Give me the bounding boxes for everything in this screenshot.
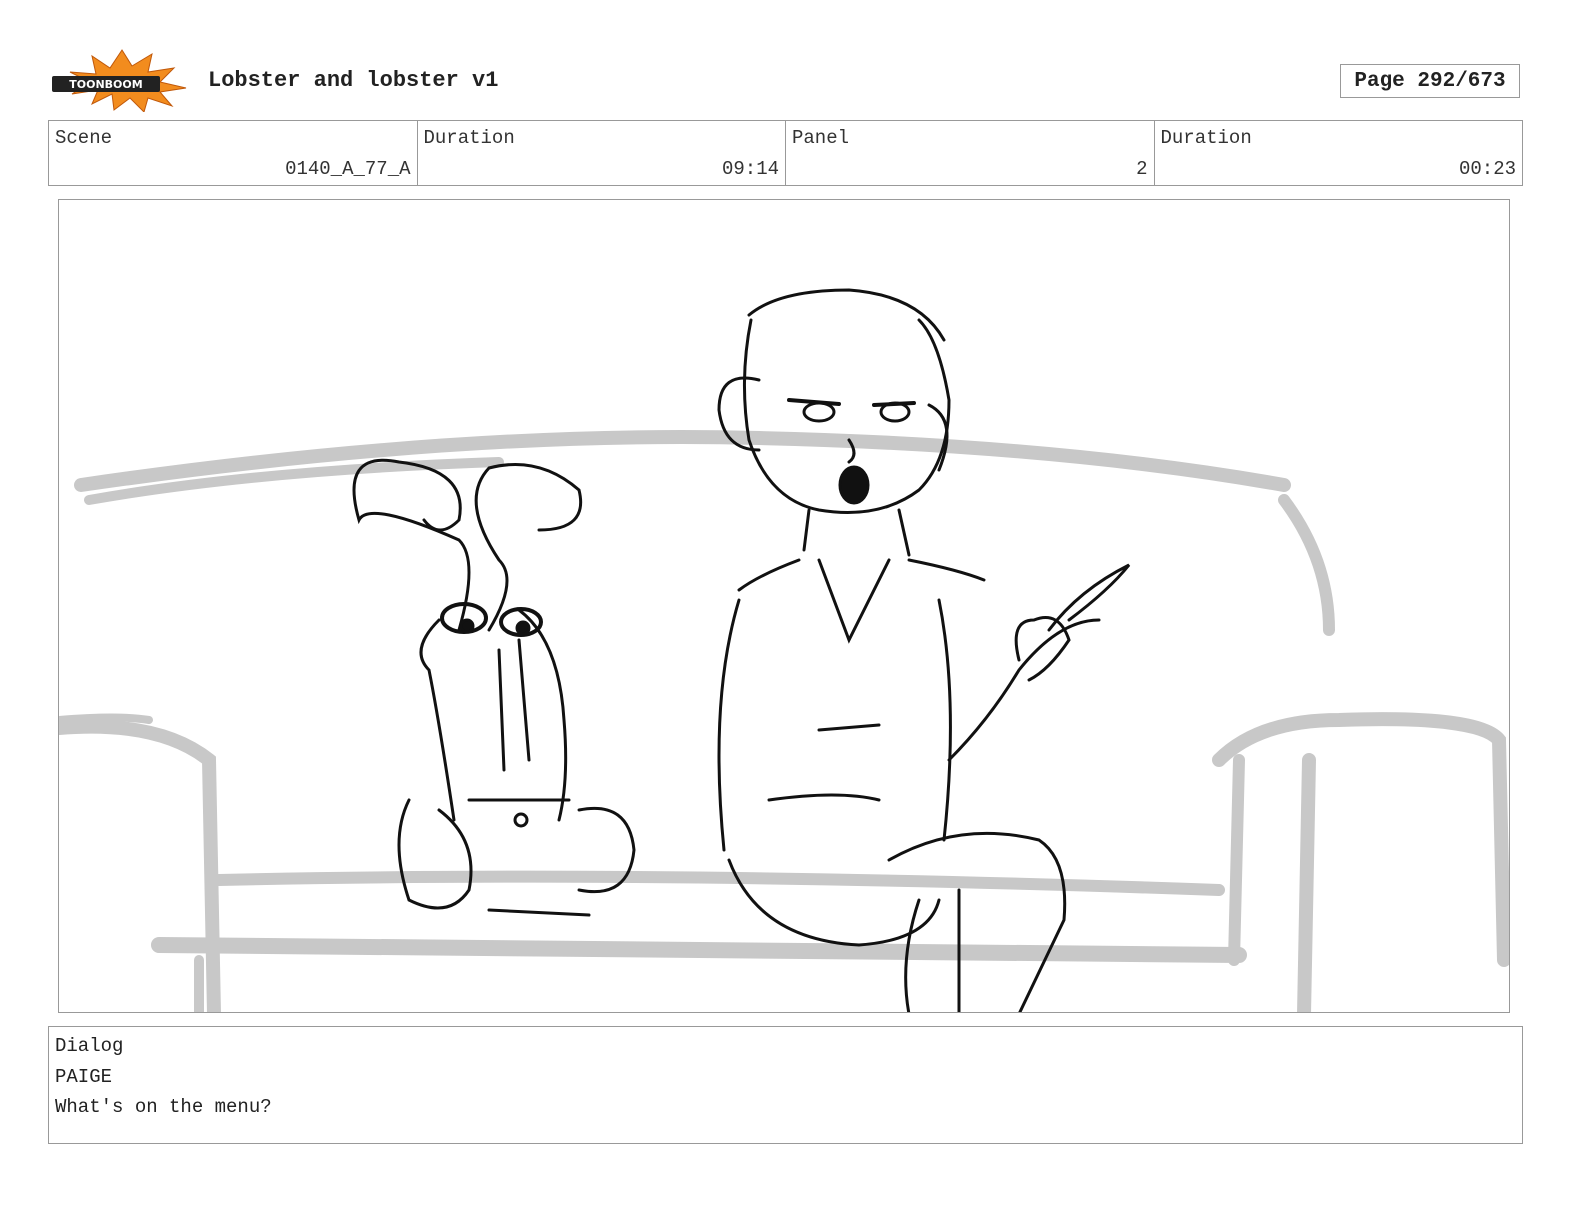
scene-duration-label: Duration [423,127,515,149]
woman-character-sketch [717,288,1131,1012]
panel-duration-label: Duration [1160,127,1252,149]
scene-value: 0140_A_77_A [285,158,411,180]
dialog-line: What's on the menu? [55,1096,272,1118]
dialog-speaker: PAIGE [55,1066,113,1088]
panel-sketch [59,288,1509,1012]
storyboard-panel [58,199,1510,1013]
panel-duration-cell: Duration 00:23 [1155,121,1523,185]
panel-value: 2 [1136,158,1148,180]
scene-cell: Scene 0140_A_77_A [49,121,418,185]
logo-text: TOONBOOM [69,78,142,91]
lobster-character-sketch [352,458,636,917]
page-indicator: Page 292/673 [1340,64,1520,98]
dialog-label: Dialog [55,1035,124,1057]
scene-duration-value: 09:14 [721,158,779,180]
toonboom-logo: TOONBOOM [52,48,190,113]
panel-duration-value: 00:23 [1458,158,1516,180]
panel-cell: Panel 2 [786,121,1155,185]
scene-info-table: Scene 0140_A_77_A Duration 09:14 Panel 2… [48,120,1523,186]
project-title: Lobster and lobster v1 [208,68,499,93]
panel-label: Panel [792,127,850,149]
scene-duration-cell: Duration 09:14 [418,121,786,185]
couch-sketch [59,430,1509,1012]
dialog-box: Dialog PAIGE What's on the menu? [48,1026,1523,1144]
scene-label: Scene [55,127,113,149]
